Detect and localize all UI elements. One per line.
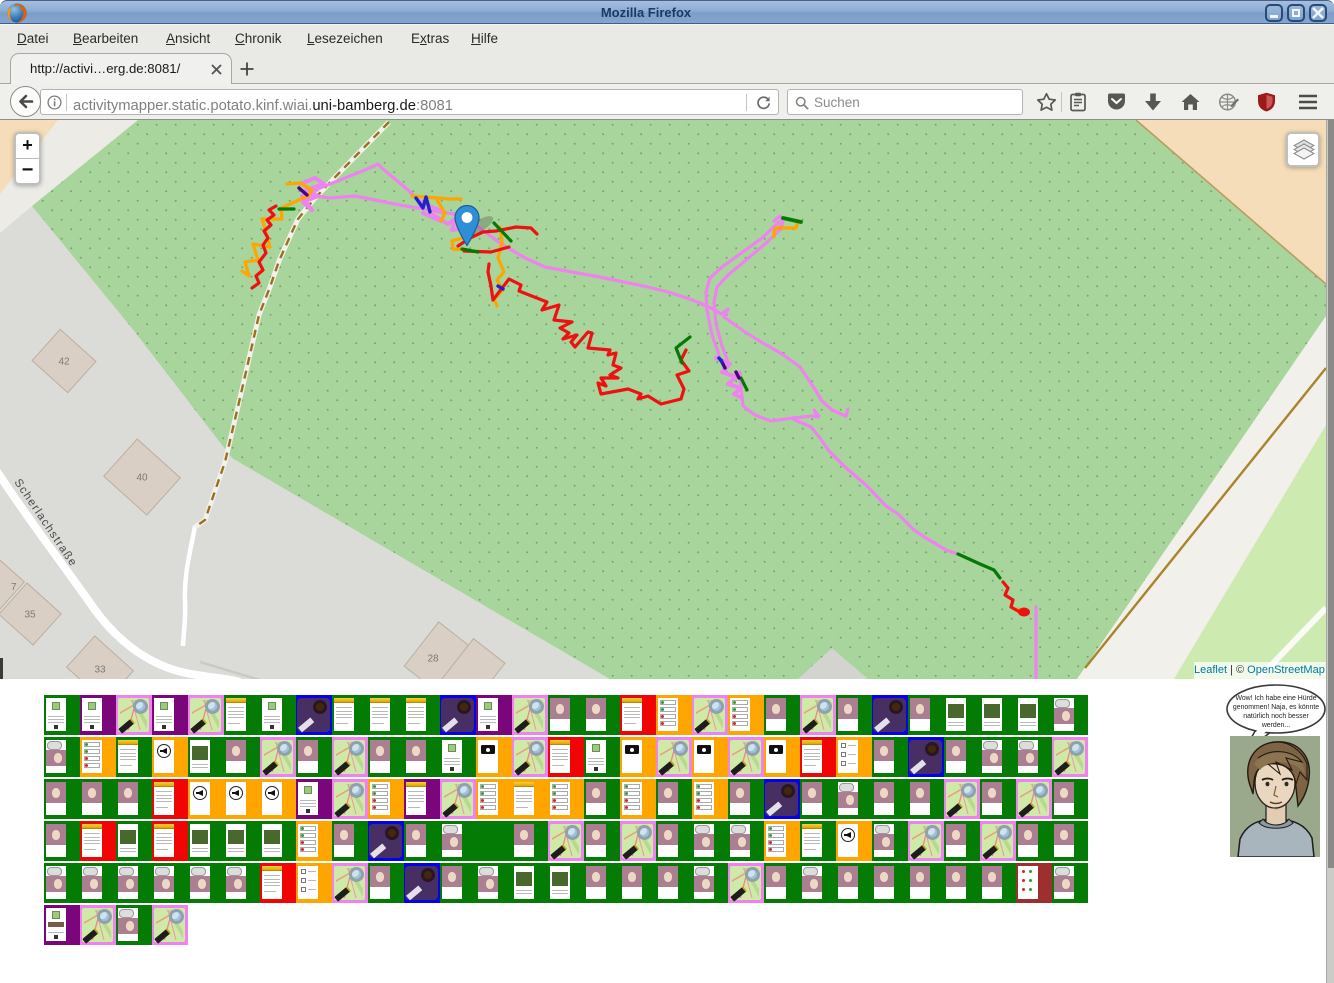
- svg-text:natürlich noch besser: natürlich noch besser: [1243, 713, 1309, 720]
- svg-text:26: 26: [462, 679, 474, 680]
- svg-text:werden...: werden...: [1261, 722, 1290, 729]
- svg-text:33: 33: [94, 665, 106, 676]
- svg-text:Wow! Ich habe eine Hürde: Wow! Ich habe eine Hürde: [1235, 695, 1316, 702]
- svg-text:42: 42: [58, 357, 70, 368]
- svg-text:7: 7: [11, 582, 17, 593]
- svg-text:35: 35: [24, 610, 36, 621]
- svg-text:genommen! Naja, es könnte: genommen! Naja, es könnte: [1233, 704, 1319, 711]
- svg-text:28: 28: [427, 654, 439, 665]
- svg-text:40: 40: [136, 473, 148, 484]
